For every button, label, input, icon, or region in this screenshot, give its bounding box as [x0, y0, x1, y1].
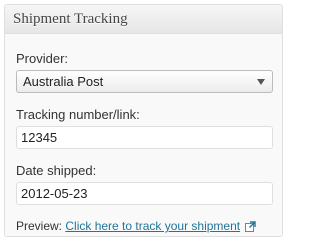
tracking-number-label: Tracking number/link: [16, 107, 140, 122]
chevron-down-icon [257, 79, 265, 85]
provider-selected-value: Australia Post [23, 74, 104, 89]
shipment-tracking-panel: Shipment Tracking Provider: Australia Po… [4, 4, 283, 237]
tracking-number-input[interactable] [16, 126, 273, 149]
panel-body: Provider: Australia Post Tracking number… [5, 34, 282, 236]
date-shipped-label: Date shipped: [16, 163, 97, 178]
preview-row: Preview: Click here to track your shipme… [16, 219, 274, 236]
external-link-icon[interactable] [245, 221, 256, 236]
provider-select[interactable]: Australia Post [16, 70, 273, 93]
provider-label: Provider: [16, 51, 69, 66]
preview-label: Preview: [16, 219, 63, 233]
panel-title[interactable]: Shipment Tracking [5, 5, 282, 34]
date-shipped-input[interactable] [16, 182, 273, 205]
track-shipment-link[interactable]: Click here to track your shipment [65, 219, 240, 233]
